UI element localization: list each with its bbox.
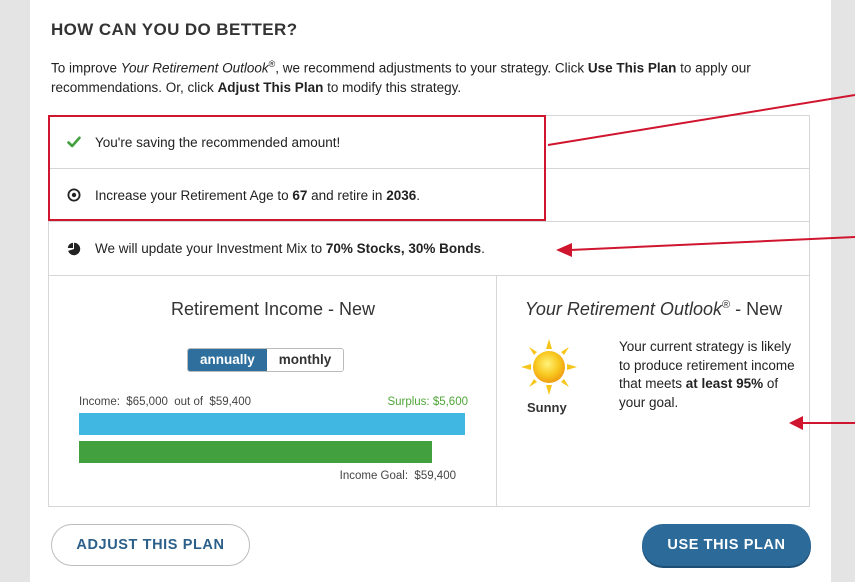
list-item: We will update your Investment Mix to 70… bbox=[49, 222, 809, 275]
intro-text: To improve Your Retirement Outlook®, we … bbox=[51, 59, 751, 95]
product-name: Your Retirement Outlook bbox=[120, 60, 269, 76]
frequency-toggle: annually monthly bbox=[187, 348, 345, 372]
outlook-description: Your current strategy is likely to produ… bbox=[619, 339, 795, 410]
left-gutter bbox=[0, 0, 30, 582]
income-goal-label: Income Goal: $59,400 bbox=[339, 470, 456, 482]
pie-chart-icon bbox=[67, 242, 81, 256]
outlook-card: Your Retirement Outlook® - New Sunny You… bbox=[497, 275, 809, 506]
annually-toggle-button[interactable]: annually bbox=[188, 349, 267, 371]
use-plan-button[interactable]: USE THIS PLAN bbox=[642, 524, 811, 566]
adjust-plan-button[interactable]: ADJUST THIS PLAN bbox=[51, 524, 250, 566]
income-bar bbox=[79, 413, 465, 435]
surplus-label: Surplus: $5,600 bbox=[387, 396, 468, 408]
annotation-highlight-box bbox=[48, 115, 546, 221]
recommendation-text: We will update your Investment Mix to 70… bbox=[95, 241, 485, 256]
adjust-plan-reference: Adjust This Plan bbox=[217, 79, 324, 95]
weather-label: Sunny bbox=[527, 400, 567, 415]
right-gutter bbox=[831, 0, 855, 582]
income-goal-bar bbox=[79, 441, 432, 463]
income-label: Income: $65,000 out of $59,400 bbox=[79, 396, 251, 408]
income-title: Retirement Income - New bbox=[170, 299, 376, 319]
income-card: Retirement Income - New annually monthly… bbox=[49, 275, 497, 506]
monthly-toggle-button[interactable]: monthly bbox=[266, 349, 344, 371]
use-plan-reference: Use This Plan bbox=[587, 60, 677, 76]
section-heading: HOW CAN YOU DO BETTER? bbox=[51, 20, 298, 39]
sun-icon bbox=[521, 339, 577, 395]
results-area: Retirement Income - New annually monthly… bbox=[48, 275, 810, 507]
outlook-title: Your Retirement Outlook® - New bbox=[524, 299, 783, 319]
